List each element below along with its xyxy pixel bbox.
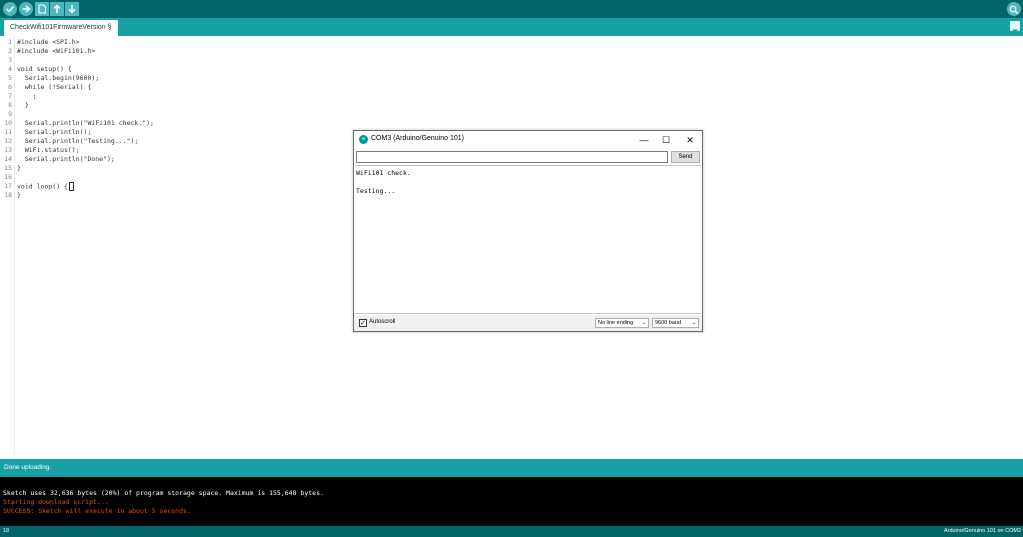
line-number: 7 bbox=[8, 92, 12, 100]
code-line: Serial.begin(9600); bbox=[17, 74, 100, 82]
serial-monitor-button[interactable] bbox=[1007, 2, 1021, 16]
code-line-text: void loop() { bbox=[17, 182, 68, 191]
window-title: COM3 (Arduino/Genuino 101) bbox=[371, 135, 464, 142]
toolbar bbox=[0, 0, 1023, 18]
tab-menu-button[interactable] bbox=[1010, 21, 1020, 34]
save-button[interactable] bbox=[65, 2, 79, 16]
code-line: Serial.println("WiFi101 check."); bbox=[17, 119, 154, 127]
status-message: Done uploading. bbox=[4, 464, 52, 471]
serial-monitor-footer: ✓ Autoscroll No line ending ⌄ 9600 baud ⌄ bbox=[354, 315, 702, 331]
chevron-down-icon: ⌄ bbox=[641, 320, 646, 326]
arduino-ide-window: CheckWifi101FirmwareVersion § 1 2 3 4 5 … bbox=[0, 0, 1023, 537]
line-number: 2 bbox=[8, 47, 12, 55]
line-number: 11 bbox=[4, 128, 12, 136]
code-line: } bbox=[17, 164, 21, 172]
code-line: Serial.println("Done"); bbox=[17, 155, 115, 163]
line-number: 10 bbox=[4, 119, 12, 127]
line-number-gutter: 1 2 3 4 5 6 7 8 9 10 11 12 13 14 15 16 1… bbox=[0, 36, 15, 459]
arrow-right-icon bbox=[22, 5, 31, 13]
open-button[interactable] bbox=[50, 2, 64, 16]
text-cursor bbox=[68, 182, 74, 191]
line-ending-select[interactable]: No line ending ⌄ bbox=[595, 318, 649, 328]
output-line: WiFi101 check. bbox=[356, 169, 411, 177]
line-number: 13 bbox=[4, 146, 12, 154]
arrow-up-icon bbox=[53, 4, 61, 13]
code-line: void setup() { bbox=[17, 65, 72, 73]
serial-monitor-titlebar[interactable]: ∞ COM3 (Arduino/Genuino 101) — ☐ ✕ bbox=[354, 131, 702, 149]
baud-rate-value: 9600 baud bbox=[655, 320, 681, 326]
chevron-down-icon: ⌄ bbox=[691, 320, 696, 326]
code-line: #include <WiFi101.h> bbox=[17, 47, 96, 55]
code-line: Serial.println("Testing..."); bbox=[17, 137, 139, 145]
console-output[interactable]: Sketch uses 32,636 bytes (20%) of progra… bbox=[0, 477, 1023, 526]
code-line: ; bbox=[17, 92, 37, 100]
line-number: 5 bbox=[8, 74, 12, 82]
line-number: 14 bbox=[4, 155, 12, 163]
status-bar: Done uploading. bbox=[0, 459, 1023, 477]
console-line: Starting download script... bbox=[3, 498, 109, 506]
code-line: } bbox=[17, 101, 29, 109]
line-number: 17 bbox=[4, 182, 12, 190]
output-line: Testing... bbox=[356, 187, 396, 195]
line-number: 6 bbox=[8, 83, 12, 91]
serial-output[interactable]: WiFi101 check. Testing... bbox=[355, 165, 701, 314]
board-port-label: Arduino/Genuino 101 on COM3 bbox=[943, 528, 1021, 534]
line-number: 12 bbox=[4, 137, 12, 145]
line-number: 9 bbox=[8, 110, 12, 118]
line-number: 4 bbox=[8, 65, 12, 73]
tab-bar: CheckWifi101FirmwareVersion § bbox=[0, 18, 1023, 36]
maximize-button[interactable]: ☐ bbox=[660, 134, 672, 146]
line-number: 1 bbox=[8, 38, 12, 46]
verify-button[interactable] bbox=[3, 2, 17, 16]
line-number: 15 bbox=[4, 164, 12, 172]
autoscroll-checkbox[interactable]: ✓ bbox=[359, 319, 367, 327]
code-line: while (!Serial) { bbox=[17, 83, 92, 91]
code-line: WiFi.status(); bbox=[17, 146, 80, 154]
console-line: Sketch uses 32,636 bytes (20%) of progra… bbox=[3, 489, 324, 497]
current-line-number: 18 bbox=[3, 528, 10, 534]
send-button[interactable]: Send bbox=[671, 151, 700, 163]
code-line: Serial.println(); bbox=[17, 128, 92, 136]
line-number: 8 bbox=[8, 101, 12, 109]
magnifier-icon bbox=[1009, 5, 1019, 15]
line-number: 3 bbox=[8, 56, 12, 64]
checkmark-icon bbox=[5, 5, 15, 13]
minimize-button[interactable]: — bbox=[638, 134, 650, 146]
chevron-down-icon bbox=[1012, 29, 1018, 34]
code-line: #include <SPI.h> bbox=[17, 38, 80, 46]
line-number: 16 bbox=[4, 173, 12, 181]
line-number: 18 bbox=[4, 191, 12, 199]
new-file-icon bbox=[38, 4, 47, 14]
tab-sketch[interactable]: CheckWifi101FirmwareVersion § bbox=[4, 20, 118, 36]
arrow-down-icon bbox=[68, 5, 76, 14]
serial-input[interactable] bbox=[356, 151, 668, 163]
autoscroll-label: Autoscroll bbox=[369, 319, 396, 325]
code-line: } bbox=[17, 191, 21, 199]
close-button[interactable]: ✕ bbox=[684, 134, 696, 146]
arduino-logo-icon: ∞ bbox=[359, 135, 368, 144]
console-line: SUCCESS: Sketch will execute in about 5 … bbox=[3, 507, 191, 515]
footer-bar: 18 Arduino/Genuino 101 on COM3 bbox=[0, 526, 1023, 537]
code-line: void loop() { bbox=[17, 182, 74, 191]
line-ending-value: No line ending bbox=[598, 320, 634, 326]
upload-button[interactable] bbox=[19, 2, 33, 16]
new-sketch-button[interactable] bbox=[35, 2, 49, 16]
baud-rate-select[interactable]: 9600 baud ⌄ bbox=[652, 318, 699, 328]
serial-monitor-window: ∞ COM3 (Arduino/Genuino 101) — ☐ ✕ Send … bbox=[353, 130, 703, 332]
